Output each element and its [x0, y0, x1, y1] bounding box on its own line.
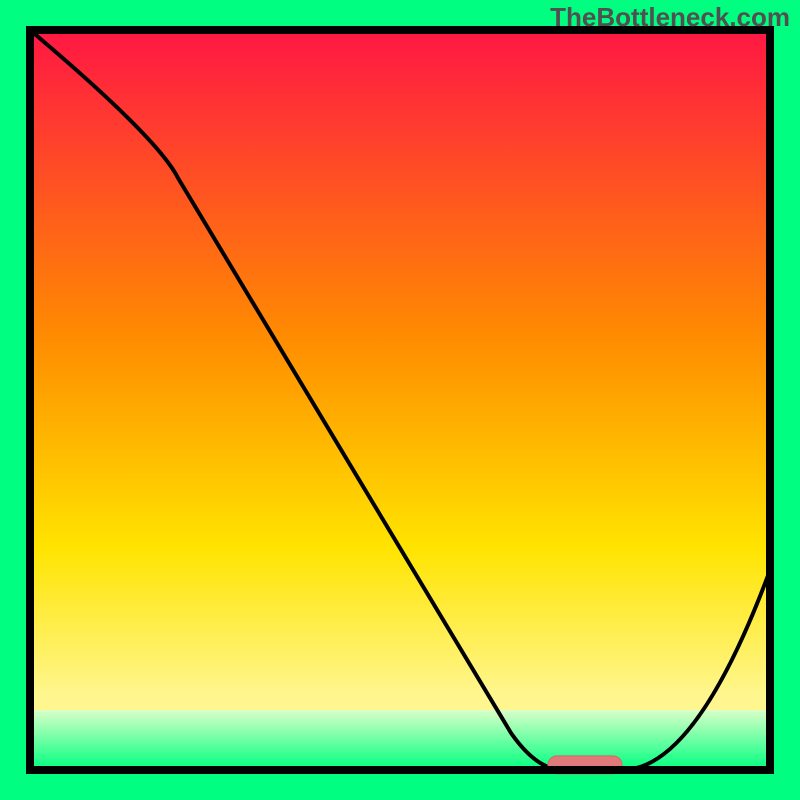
chart-stage: TheBottleneck.com	[0, 0, 800, 800]
watermark-text: TheBottleneck.com	[550, 2, 790, 33]
green-band	[30, 710, 770, 770]
bottleneck-chart	[0, 0, 800, 800]
heat-gradient	[30, 30, 770, 770]
